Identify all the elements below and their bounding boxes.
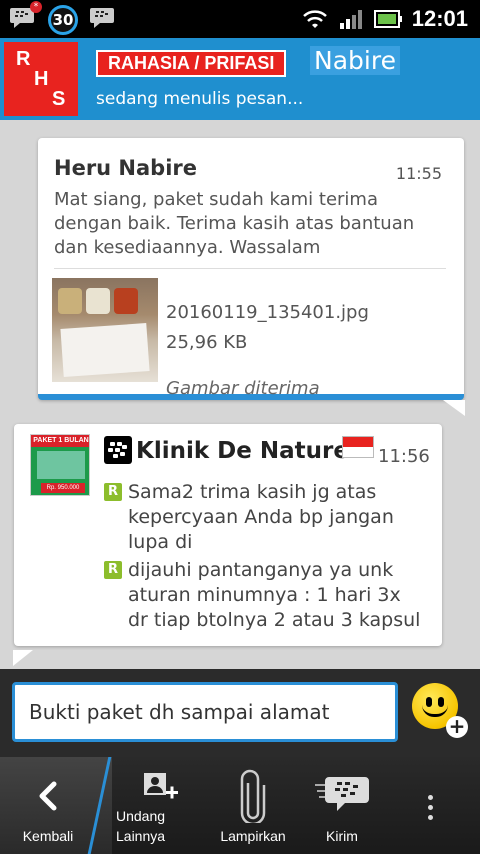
more-icon[interactable] [428, 795, 434, 825]
typing-status: sedang menulis pesan... [96, 89, 304, 109]
bbm-icon [90, 8, 114, 28]
invite-label-line1: Undang [116, 808, 166, 824]
bbm-send-icon [315, 777, 369, 811]
attachment-status: Gambar diterima [166, 378, 320, 399]
promo-price: Rp. 950.000 [41, 483, 85, 493]
invite-more-button[interactable]: Undang Lainnya [110, 757, 210, 854]
attach-label: Lampirkan [220, 828, 286, 844]
indonesia-flag-icon [342, 436, 374, 458]
message-input[interactable]: Bukti paket dh sampai alamat [12, 682, 398, 742]
blackberry-logo-icon [104, 436, 132, 464]
contact-name: Nabire [310, 46, 400, 75]
bubble-tail [13, 650, 33, 666]
image-thumbnail[interactable] [52, 278, 158, 382]
message-text: dijauhi pantanganya ya unk aturan minumn… [128, 559, 421, 631]
divider [54, 268, 446, 269]
attachment-file-size: 25,96 KB [166, 332, 248, 353]
thumbnail-jar [114, 288, 138, 314]
promo-thumbnail[interactable]: PAKET 1 BULAN Rp. 950.000 [30, 434, 90, 496]
send-label: Kirim [326, 828, 358, 844]
composer-bar: Bukti paket dh sampai alamat + [0, 669, 480, 757]
message-text: Sama2 trima kasih jg atas kepercyaan And… [128, 481, 394, 553]
message-sender: Heru Nabire [54, 156, 198, 180]
avatar-letter-h: H [34, 68, 49, 90]
back-button[interactable]: Kembali [0, 757, 96, 854]
paperclip-icon [240, 769, 266, 823]
notification-count-badge[interactable]: 30 [48, 5, 78, 35]
clock: 12:01 [411, 6, 468, 31]
thumbnail-jar [86, 288, 110, 314]
message-item: R Sama2 trima kasih jg atas kepercyaan A… [104, 480, 424, 555]
bottom-toolbar: Kembali Undang Lainnya Lampirkan Kirim [0, 757, 480, 854]
message-bubble-sent[interactable]: PAKET 1 BULAN Rp. 950.000 Klinik De Natu… [13, 424, 442, 666]
message-time: 11:55 [395, 164, 442, 183]
message-sender: Klinik De Nature [136, 438, 349, 464]
avatar-letter-s: S [52, 88, 66, 110]
attach-button[interactable]: Lampirkan [210, 757, 296, 854]
promo-title: PAKET 1 BULAN [31, 435, 89, 447]
avatar[interactable]: R H S [4, 42, 78, 116]
smiley-mouth [422, 705, 448, 717]
read-receipt-icon: R [104, 483, 122, 501]
send-button[interactable]: Kirim [300, 757, 384, 854]
read-receipt-icon: R [104, 561, 122, 579]
invite-icon [144, 773, 178, 799]
back-icon [39, 781, 57, 811]
notification-star-badge: * [30, 1, 42, 13]
promo-image [37, 451, 85, 479]
chat-area[interactable]: Heru Nabire 11:55 Mat siang, paket sudah… [0, 120, 480, 669]
message-bubble-received[interactable]: Heru Nabire 11:55 Mat siang, paket sudah… [38, 138, 465, 416]
battery-icon [374, 10, 402, 28]
thumbnail-paper [60, 323, 150, 377]
avatar-letter-r: R [16, 48, 31, 70]
status-bar: * 30 12:01 [0, 0, 480, 38]
message-text: Mat siang, paket sudah kami terima denga… [54, 189, 415, 258]
invite-label-line2: Lainnya [116, 828, 166, 844]
group-name: RAHASIA / PRIFASI [96, 50, 287, 77]
wifi-icon [303, 10, 327, 28]
add-emoticon-icon[interactable]: + [446, 716, 468, 738]
chat-header: R H S RAHASIA / PRIFASI Nabire sedang me… [0, 38, 480, 120]
message-time: 11:56 [378, 446, 430, 467]
back-label: Kembali [22, 828, 74, 844]
bubble-tail [443, 400, 465, 416]
attachment-file-name[interactable]: 20160119_135401.jpg [166, 302, 369, 323]
signal-icon [340, 10, 362, 29]
thumbnail-jar [58, 288, 82, 314]
message-item: R dijauhi pantanganya ya unk aturan minu… [104, 558, 424, 633]
